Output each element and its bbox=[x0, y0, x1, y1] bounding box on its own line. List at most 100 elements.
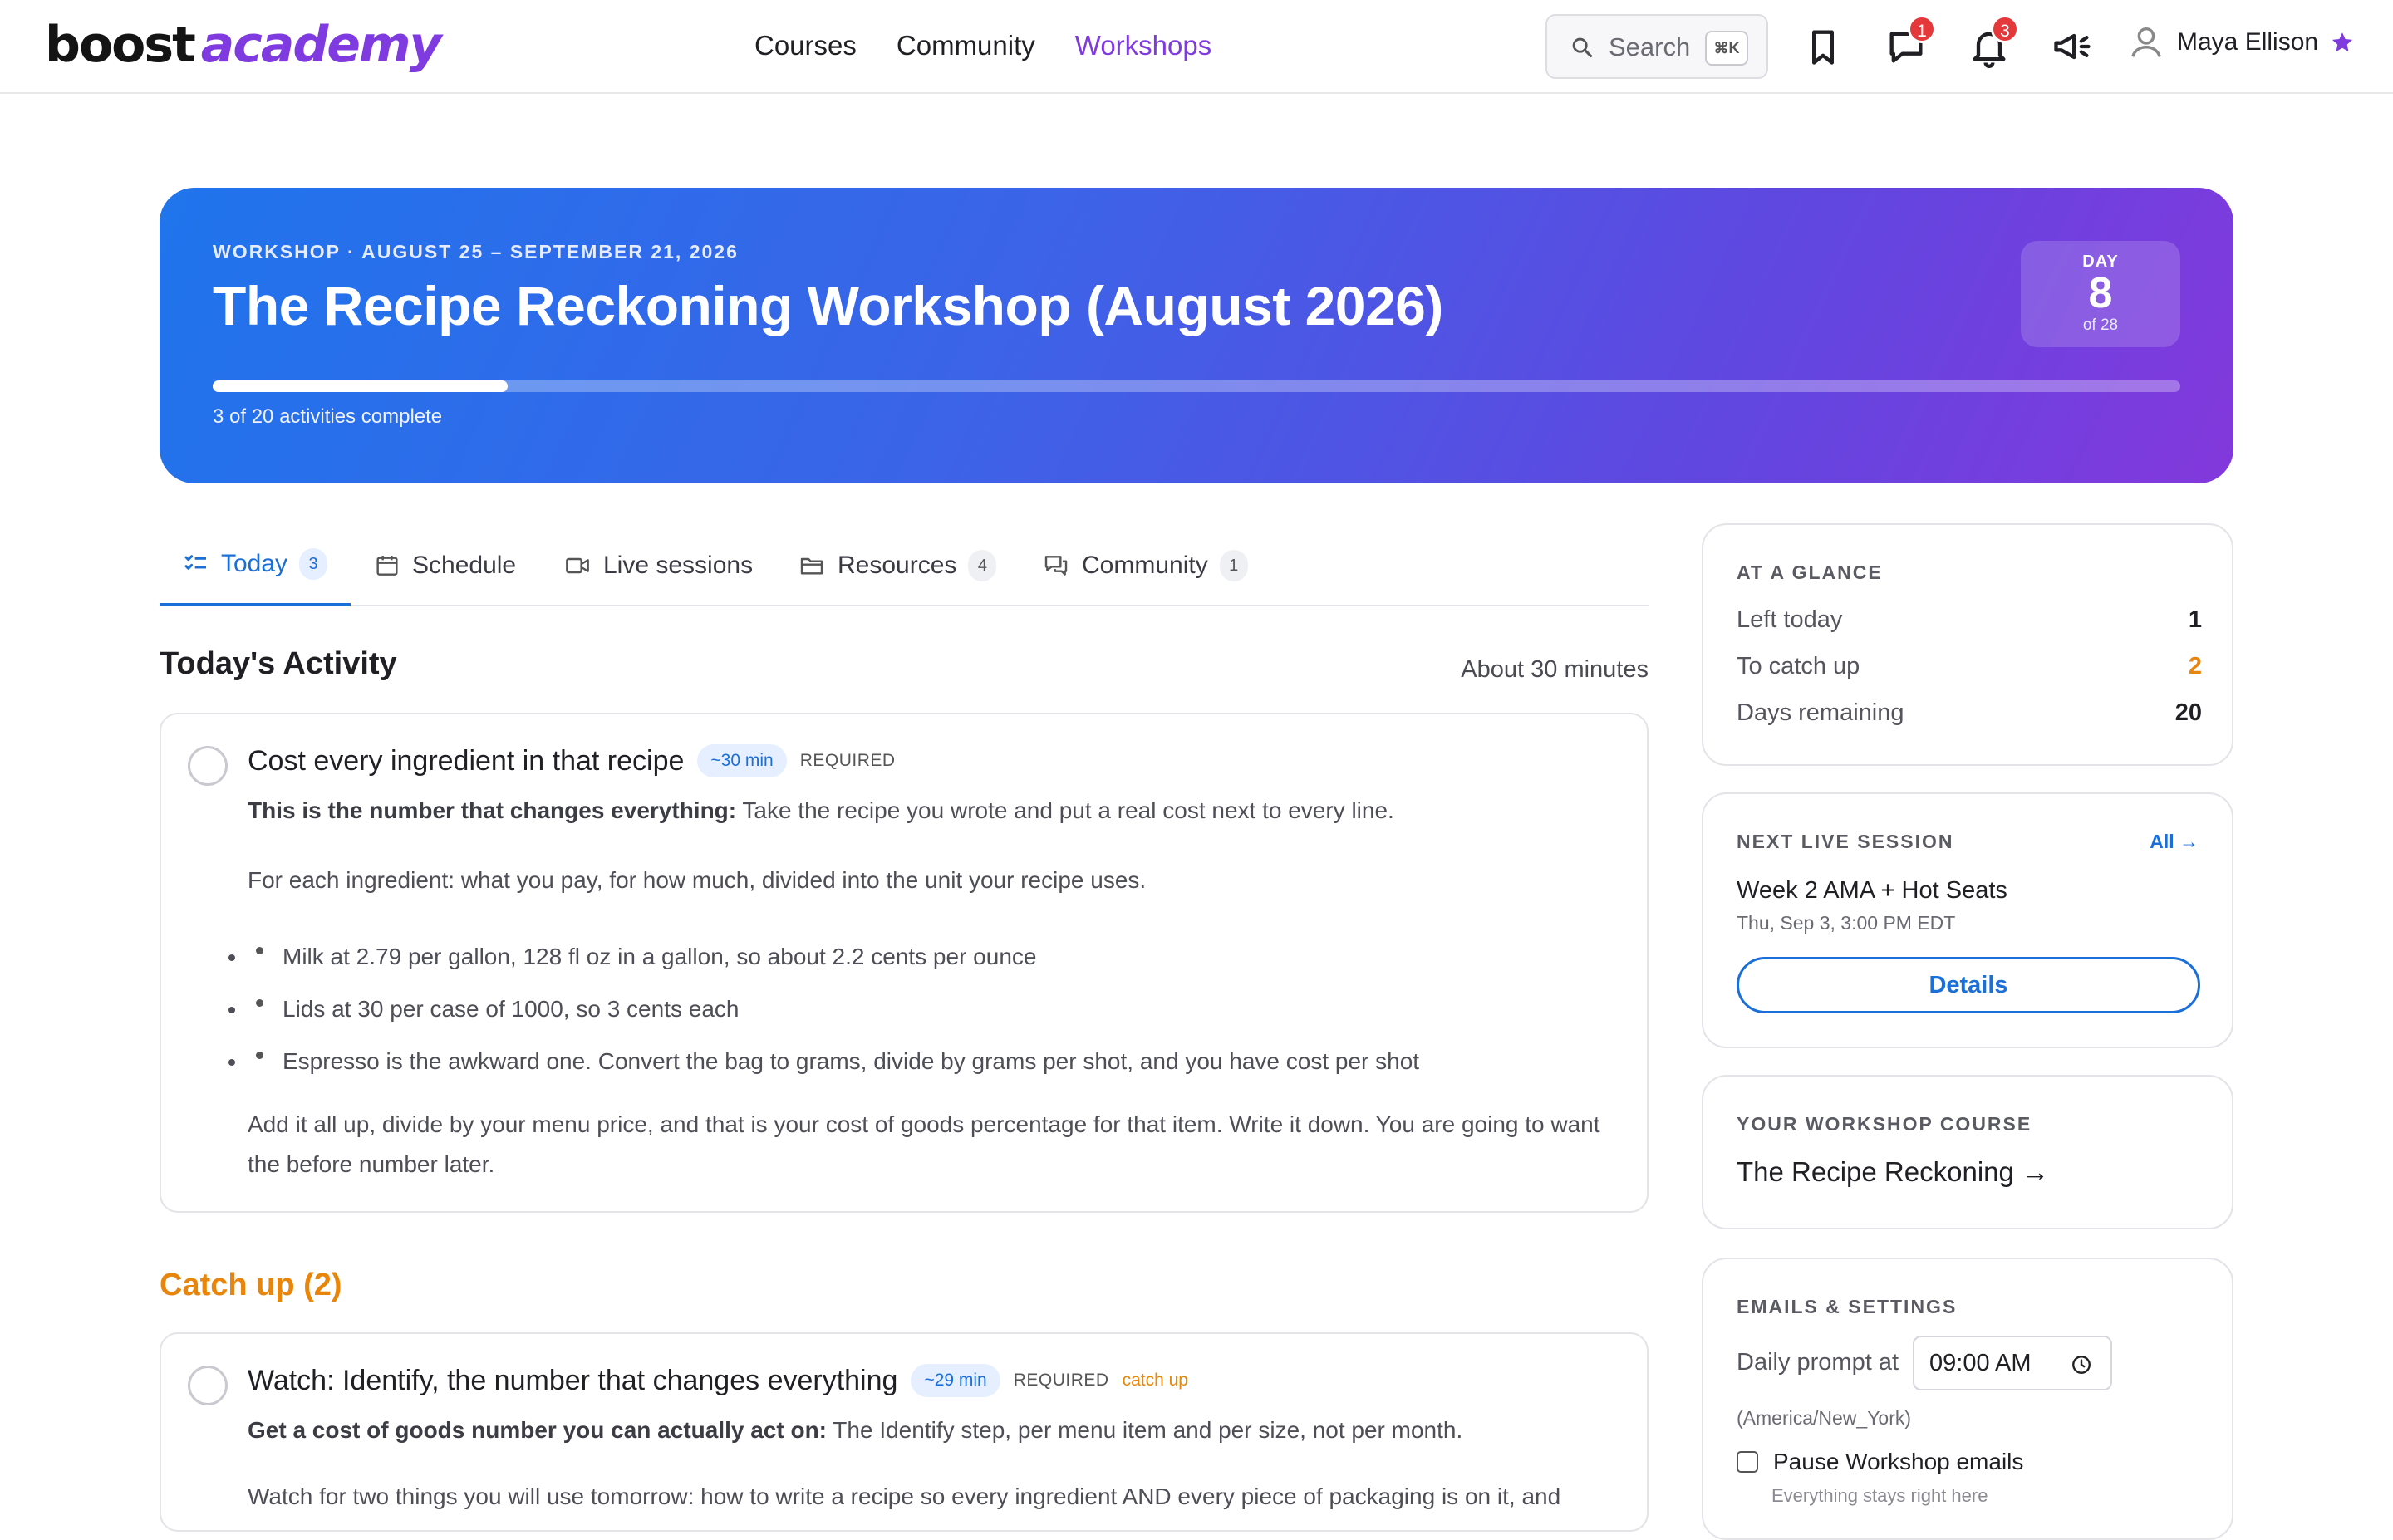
progress-caption: 3 of 20 activities complete bbox=[213, 405, 443, 428]
tab-today[interactable]: Today 3 bbox=[160, 525, 351, 606]
star-icon bbox=[2332, 32, 2353, 52]
activity-paragraph: Add it all up, divide by your menu price… bbox=[248, 1111, 1600, 1177]
tab-community-label: Community bbox=[1082, 552, 1208, 579]
activity-complete-toggle[interactable] bbox=[188, 746, 228, 786]
tab-community-count: 1 bbox=[1219, 550, 1248, 581]
activity-title[interactable]: Cost every ingredient in that recipe bbox=[248, 745, 684, 777]
messages-badge: 1 bbox=[1908, 15, 1936, 43]
catch-up-required-label: REQUIRED bbox=[1013, 1371, 1109, 1390]
clock-icon[interactable] bbox=[2071, 1354, 2092, 1376]
notifications-button[interactable]: 3 bbox=[1968, 15, 2019, 70]
user-menu[interactable]: Maya Ellison bbox=[2127, 23, 2355, 61]
nav-link-workshops[interactable]: Workshops bbox=[1075, 25, 1211, 66]
day-total: of 28 bbox=[2082, 316, 2119, 334]
session-title: Week 2 AMA + Hot Seats bbox=[1737, 877, 2007, 904]
daily-prompt-label: Daily prompt at bbox=[1737, 1349, 1899, 1376]
tab-resources-label: Resources bbox=[838, 552, 957, 579]
all-sessions-link[interactable]: All → bbox=[2150, 831, 2199, 853]
stat-label: Left today bbox=[1737, 606, 1843, 633]
stat-label: To catch up bbox=[1737, 653, 1860, 679]
activity-required-label: REQUIRED bbox=[799, 751, 896, 770]
session-time: Thu, Sep 3, 3:00 PM EDT bbox=[1737, 912, 1956, 934]
tab-today-label: Today bbox=[221, 550, 288, 577]
video-camera-icon bbox=[566, 557, 589, 574]
list-item: Milk at 2.79 per gallon, 128 fl oz in a … bbox=[248, 930, 1610, 983]
nav-link-community[interactable]: Community bbox=[897, 25, 1035, 66]
nav-link-courses[interactable]: Courses bbox=[754, 25, 857, 66]
activity-bullet-list: Milk at 2.79 per gallon, 128 fl oz in a … bbox=[248, 930, 1610, 1087]
stat-left-today: Left today 1 bbox=[1737, 606, 2202, 634]
workshop-tabs: Today 3 Schedule Live sessions Resources… bbox=[160, 525, 1649, 606]
logo-part-academy: academy bbox=[200, 16, 442, 74]
next-session-heading: NEXT LIVE SESSION bbox=[1737, 831, 1954, 852]
workshop-course-card: YOUR WORKSHOP COURSE The Recipe Reckonin… bbox=[1702, 1075, 2233, 1229]
catch-up-lead-text: The Identify step, per menu item and per… bbox=[827, 1417, 1463, 1443]
tab-today-count: 3 bbox=[299, 548, 328, 580]
catch-up-complete-toggle[interactable] bbox=[188, 1366, 228, 1405]
catch-up-heading: Catch up (2) bbox=[160, 1268, 342, 1302]
pause-emails-checkbox[interactable] bbox=[1737, 1451, 1758, 1473]
emails-settings-card: EMAILS & SETTINGS Daily prompt at 09:00 … bbox=[1702, 1258, 2233, 1540]
tab-live-sessions[interactable]: Live sessions bbox=[563, 525, 753, 606]
day-counter: DAY 8 of 28 bbox=[2021, 241, 2180, 347]
megaphone-icon bbox=[2054, 33, 2091, 60]
search-shortcut: ⌘K bbox=[1705, 31, 1748, 66]
activity-title-row: Cost every ingredient in that recipe ~30… bbox=[248, 744, 896, 777]
stat-days-remaining: Days remaining 20 bbox=[1737, 699, 2202, 727]
list-item: Espresso is the awkward one. Convert the… bbox=[248, 1035, 1610, 1087]
workshop-course-link[interactable]: The Recipe Reckoning → bbox=[1737, 1156, 2049, 1188]
catch-up-time-pill: ~29 min bbox=[911, 1364, 1000, 1397]
at-a-glance-heading: AT A GLANCE bbox=[1737, 562, 1883, 583]
calendar-icon bbox=[376, 556, 398, 576]
workshop-progress-bar bbox=[213, 380, 2180, 392]
announcements-button[interactable] bbox=[2051, 23, 2094, 70]
day-number: 8 bbox=[2088, 269, 2113, 317]
activity-card: Cost every ingredient in that recipe ~30… bbox=[160, 713, 1649, 1213]
workshop-progress-fill bbox=[213, 380, 509, 392]
emails-settings-heading: EMAILS & SETTINGS bbox=[1737, 1296, 1958, 1317]
catch-up-card: Watch: Identify, the number that changes… bbox=[160, 1332, 1649, 1532]
conversation-icon bbox=[1044, 556, 1068, 576]
catch-up-lead: Get a cost of goods number you can actua… bbox=[248, 1410, 1610, 1450]
user-name: Maya Ellison bbox=[2177, 28, 2319, 56]
tab-schedule-label: Schedule bbox=[412, 552, 517, 579]
pause-emails-option[interactable]: Pause Workshop emails bbox=[1737, 1449, 2023, 1475]
workshop-dates: WORKSHOP · AUGUST 25 – SEPTEMBER 21, 202… bbox=[213, 241, 739, 262]
tab-resources[interactable]: Resources 4 bbox=[798, 525, 997, 606]
search-label: Search bbox=[1609, 32, 1691, 61]
workshop-course-heading: YOUR WORKSHOP COURSE bbox=[1737, 1113, 2032, 1135]
at-a-glance-card: AT A GLANCE Left today 1 To catch up 2 D… bbox=[1702, 523, 2233, 766]
session-details-button[interactable]: Details bbox=[1737, 957, 2200, 1013]
catch-up-title[interactable]: Watch: Identify, the number that changes… bbox=[248, 1365, 897, 1397]
tab-resources-count: 4 bbox=[968, 550, 997, 581]
messages-button[interactable]: 1 bbox=[1884, 15, 1936, 70]
stat-label: Days remaining bbox=[1737, 699, 1904, 726]
timezone-label: (America/New_York) bbox=[1737, 1407, 1912, 1429]
bookmark-icon bbox=[1812, 30, 1834, 65]
stat-value: 1 bbox=[2188, 606, 2202, 633]
activity-lead-text: Take the recipe you wrote and put a real… bbox=[736, 797, 1394, 823]
search-box[interactable]: Search ⌘K bbox=[1545, 14, 1768, 79]
user-avatar-icon bbox=[2131, 27, 2161, 57]
pause-emails-label: Pause Workshop emails bbox=[1773, 1449, 2024, 1474]
stat-to-catch-up: To catch up 2 bbox=[1737, 653, 2202, 680]
bookmark-button[interactable] bbox=[1801, 23, 1845, 70]
daily-prompt-time-input[interactable]: 09:00 AM bbox=[1913, 1336, 2112, 1390]
tab-community[interactable]: Community 1 bbox=[1042, 525, 1248, 606]
folder-icon bbox=[800, 557, 823, 575]
activity-lead-bold: This is the number that changes everythi… bbox=[248, 797, 737, 823]
search-icon bbox=[1572, 37, 1593, 58]
stat-value: 20 bbox=[2174, 699, 2202, 726]
activity-lead: This is the number that changes everythi… bbox=[248, 791, 1610, 831]
list-item: Lids at 30 per case of 1000, so 3 cents … bbox=[248, 983, 1610, 1035]
tab-schedule[interactable]: Schedule bbox=[374, 525, 516, 606]
catch-up-tag: catch up bbox=[1122, 1371, 1188, 1390]
activity-time-pill: ~30 min bbox=[697, 744, 787, 777]
top-nav: boost academy Courses Community Workshops… bbox=[0, 0, 2393, 94]
brand-logo[interactable]: boost academy bbox=[45, 12, 442, 78]
todays-activity-heading: Today's Activity bbox=[160, 646, 397, 681]
pause-emails-hint: Everything stays right here bbox=[1771, 1485, 1988, 1506]
daily-prompt-time-value: 09:00 AM bbox=[1929, 1350, 2032, 1376]
stat-value: 2 bbox=[2188, 653, 2202, 679]
activity-paragraph: For each ingredient: what you pay, for h… bbox=[248, 867, 1147, 893]
